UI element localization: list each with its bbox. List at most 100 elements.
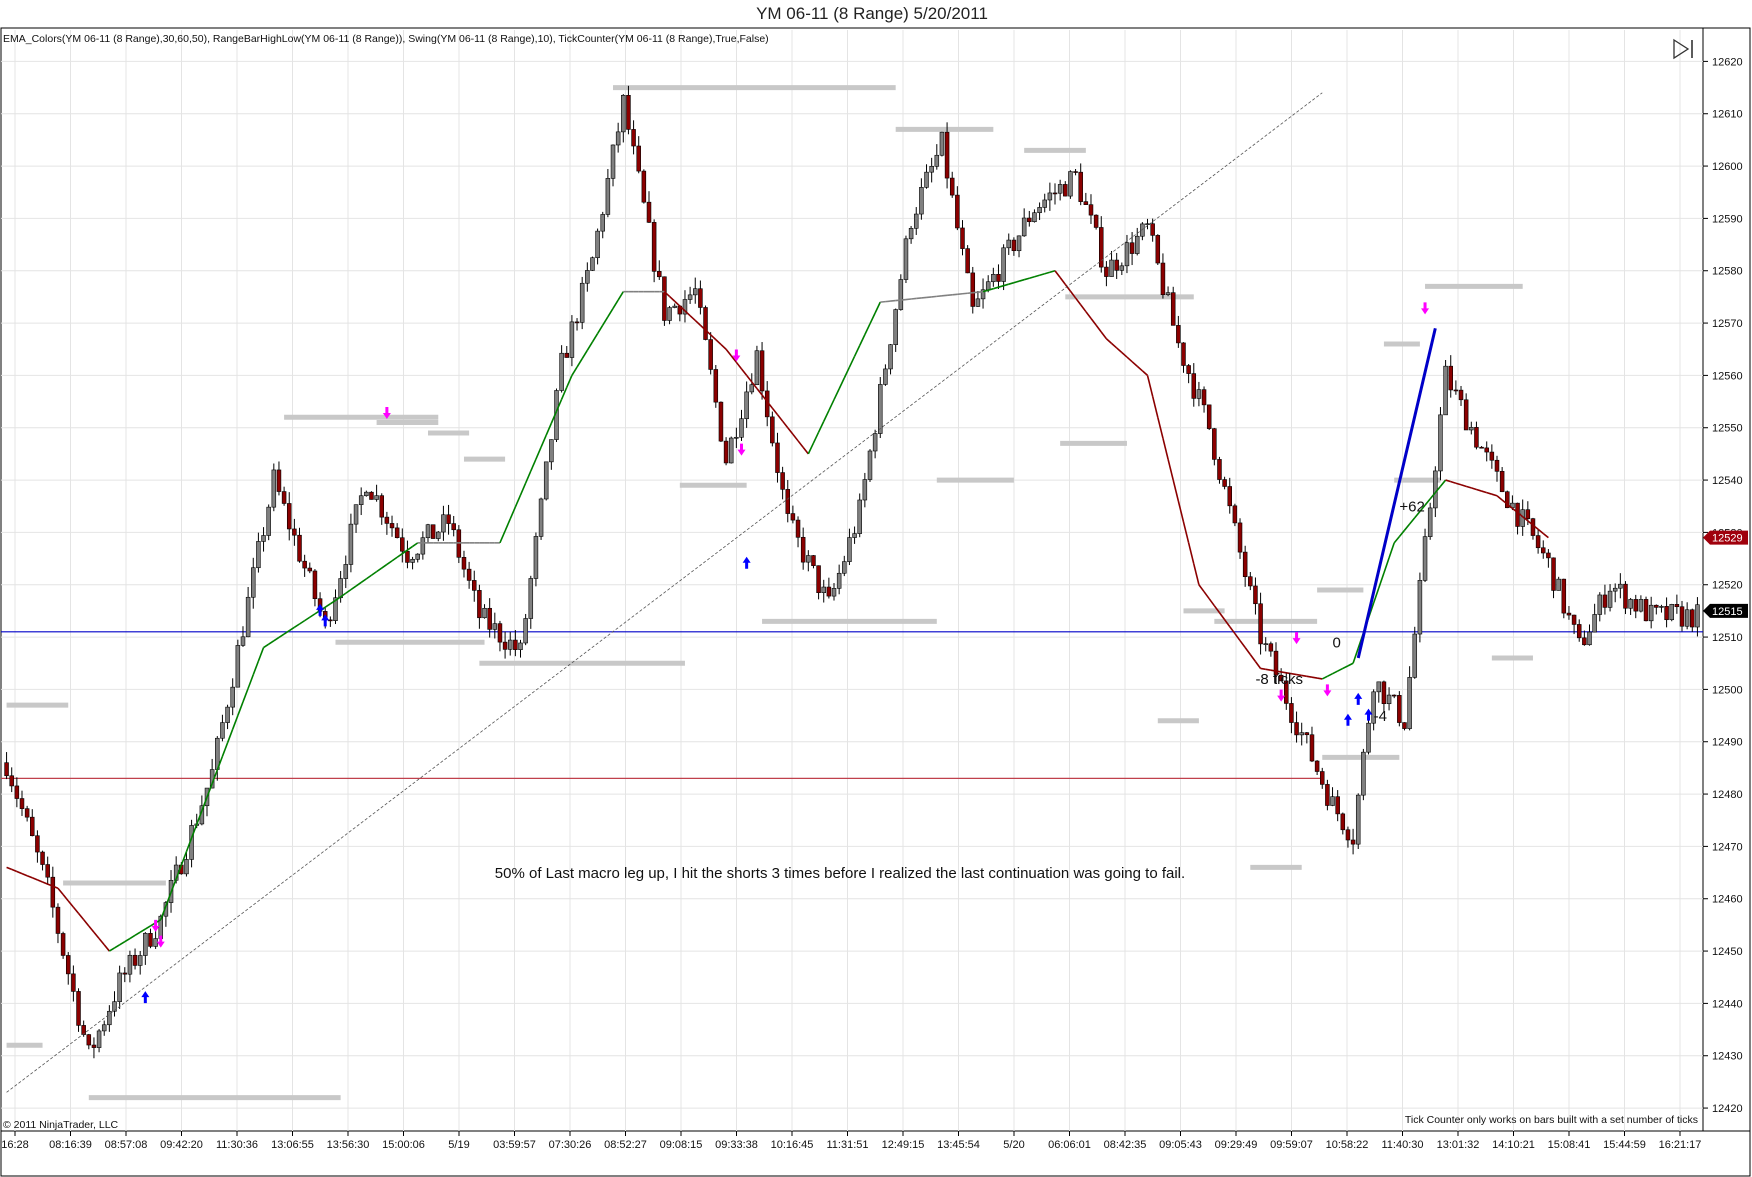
- candle-body: [1237, 522, 1243, 553]
- candle-body: [101, 1024, 107, 1032]
- candle-body: [40, 851, 45, 865]
- chart-annotation: 50% of Last macro leg up, I hit the shor…: [495, 865, 1185, 882]
- candle-body: [1165, 292, 1171, 295]
- price-tick-label: 12430: [1712, 1051, 1743, 1063]
- candle-body: [621, 94, 626, 133]
- candle-body: [728, 437, 734, 464]
- price-chart[interactable]: YM 06-11 (8 Range) 5/20/2011 12420 12430 1…: [0, 0, 1752, 1177]
- candle-body: [266, 506, 271, 536]
- candle-body: [1140, 223, 1145, 237]
- candle-body: [1232, 505, 1238, 524]
- ema-segment: [911, 297, 917, 300]
- candle-body: [960, 227, 965, 249]
- candle-body: [657, 271, 662, 278]
- candle-body: [908, 228, 914, 240]
- candle-body: [1417, 580, 1423, 635]
- time-tick-label: 09:08:15: [660, 1139, 703, 1151]
- candle-body: [605, 178, 611, 215]
- candle-body: [1571, 614, 1577, 625]
- candle-body: [1484, 447, 1489, 453]
- candle-body: [538, 498, 544, 537]
- candle-body: [143, 933, 148, 956]
- candle-body: [1299, 732, 1304, 736]
- candle-body: [1587, 631, 1592, 646]
- candle-body: [1633, 599, 1639, 612]
- price-tick-label: 12540: [1712, 475, 1743, 487]
- candle-body: [184, 859, 189, 875]
- ema-segment: [1260, 667, 1266, 671]
- time-tick-label: 07:30:26: [549, 1139, 592, 1151]
- candle-body: [1391, 694, 1397, 697]
- candle-body: [934, 154, 940, 167]
- candle-body: [477, 590, 482, 619]
- candle-body: [759, 350, 765, 392]
- candle-body: [1150, 223, 1155, 236]
- candle-body: [45, 864, 50, 878]
- candle-body: [579, 282, 585, 323]
- chart-annotation: 0: [1333, 635, 1341, 652]
- candle-body: [86, 1034, 92, 1046]
- candle-body: [364, 491, 369, 497]
- candle-body: [564, 352, 570, 358]
- candle-body: [240, 636, 246, 646]
- ema-segment: [936, 295, 943, 298]
- price-tick-label: 12470: [1712, 841, 1743, 853]
- candle-body: [1366, 722, 1371, 753]
- price-tick-label: 12610: [1712, 109, 1743, 121]
- candle-body: [1556, 578, 1561, 591]
- candle-body: [1212, 428, 1217, 460]
- copyright-label: © 2011 NinjaTrader, LLC: [3, 1119, 119, 1131]
- candle-body: [1479, 446, 1484, 449]
- candle-body: [1320, 771, 1325, 785]
- candle-body: [446, 514, 451, 524]
- candle-body: [76, 991, 81, 1026]
- candle-body: [800, 537, 806, 563]
- candle-body: [1648, 604, 1654, 622]
- price-tick-label: 12580: [1712, 266, 1743, 278]
- candle-body: [513, 639, 518, 650]
- candle-body: [394, 527, 400, 539]
- candle-body: [1463, 399, 1469, 431]
- candle-body: [913, 213, 919, 229]
- time-tick-label: 15:00:06: [382, 1139, 425, 1151]
- candle-body: [338, 578, 343, 599]
- chart-annotation: -8 ticks: [1255, 671, 1303, 688]
- candle-body: [225, 706, 230, 723]
- candle-body: [389, 523, 395, 529]
- candle-body: [692, 288, 698, 296]
- footnote-label: Tick Counter only works on bars built wi…: [1405, 1114, 1698, 1126]
- candle-body: [507, 639, 513, 650]
- candle-body: [1145, 223, 1150, 226]
- candle-body: [328, 619, 333, 622]
- candle-body: [1088, 204, 1094, 216]
- candle-body: [626, 94, 631, 130]
- candle-body: [569, 321, 575, 358]
- candle-body: [127, 954, 133, 975]
- candle-body: [1021, 217, 1027, 237]
- candle-body: [276, 469, 282, 492]
- price-tick-label: 12520: [1712, 580, 1743, 592]
- candle-body: [441, 514, 446, 533]
- candle-body: [919, 187, 924, 215]
- candle-body: [585, 270, 590, 284]
- candle-body: [1448, 365, 1453, 391]
- candle-body: [1314, 760, 1320, 772]
- ema-segment: [890, 299, 896, 302]
- candle-body: [343, 564, 349, 579]
- candle-body: [1659, 606, 1664, 608]
- candle-body: [744, 391, 749, 420]
- candle-body: [831, 588, 837, 597]
- candle-body: [1104, 266, 1109, 277]
- candle-body: [939, 131, 945, 156]
- candle-body: [487, 607, 492, 630]
- candle-body: [770, 416, 775, 444]
- candle-body: [1422, 536, 1428, 581]
- candle-body: [19, 798, 25, 809]
- candle-body: [1474, 427, 1479, 448]
- candle-body: [1643, 599, 1649, 622]
- candle-body: [281, 491, 287, 504]
- time-tick-label: 12:49:15: [882, 1139, 925, 1151]
- ema-segment: [880, 300, 886, 303]
- candle-body: [883, 368, 888, 385]
- time-tick-label: 08:42:35: [1104, 1139, 1147, 1151]
